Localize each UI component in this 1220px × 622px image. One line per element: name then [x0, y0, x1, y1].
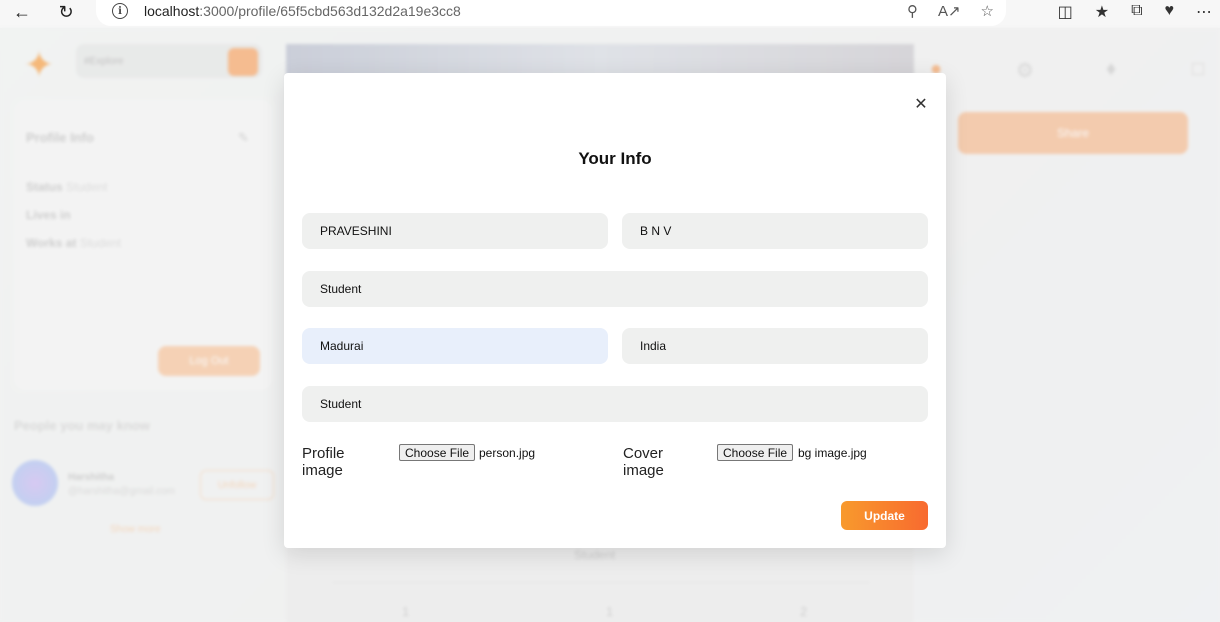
profile-image-choose-button[interactable]: Choose File [399, 444, 476, 461]
profile-image-filename: person.jpg [479, 446, 536, 460]
more-menu-icon[interactable]: ⋯ [1196, 2, 1212, 22]
your-info-modal: ✕ Your Info Profile image Choose File pe… [284, 73, 946, 548]
cover-image-choose-button[interactable]: Choose File [717, 444, 794, 461]
browser-toolbar: ← ↻ i localhost:3000/profile/65f5cbd563d… [0, 0, 1220, 28]
zoom-icon[interactable]: ⚲ [907, 2, 918, 20]
update-button[interactable]: Update [841, 501, 928, 530]
read-aloud-icon[interactable]: A↗ [938, 2, 961, 20]
modal-title: Your Info [578, 149, 652, 168]
close-icon[interactable]: ✕ [912, 95, 930, 113]
favorite-star-icon[interactable]: ☆ [981, 2, 994, 20]
last-name-input[interactable] [622, 213, 928, 249]
address-bar[interactable]: i localhost:3000/profile/65f5cbd563d132d… [96, 0, 1006, 26]
split-screen-icon[interactable]: ◫ [1058, 2, 1073, 22]
country-input[interactable] [622, 328, 928, 364]
lives-in-input[interactable] [302, 328, 608, 364]
collections-icon[interactable]: ⧉ [1131, 2, 1142, 22]
back-icon[interactable]: ← [8, 0, 36, 24]
relationship-input[interactable] [302, 386, 928, 422]
cover-image-label: Cover image [623, 445, 664, 479]
works-at-input[interactable] [302, 271, 928, 307]
extension-icon[interactable]: ♥ [1165, 2, 1175, 22]
profile-image-label: Profile image [302, 445, 345, 479]
url-text[interactable]: localhost:3000/profile/65f5cbd563d132d2a… [144, 3, 461, 19]
favorites-icon[interactable]: ★ [1095, 2, 1109, 22]
reload-icon[interactable]: ↻ [52, 0, 80, 24]
first-name-input[interactable] [302, 213, 608, 249]
site-info-icon[interactable]: i [112, 3, 128, 19]
cover-image-filename: bg image.jpg [798, 446, 867, 460]
